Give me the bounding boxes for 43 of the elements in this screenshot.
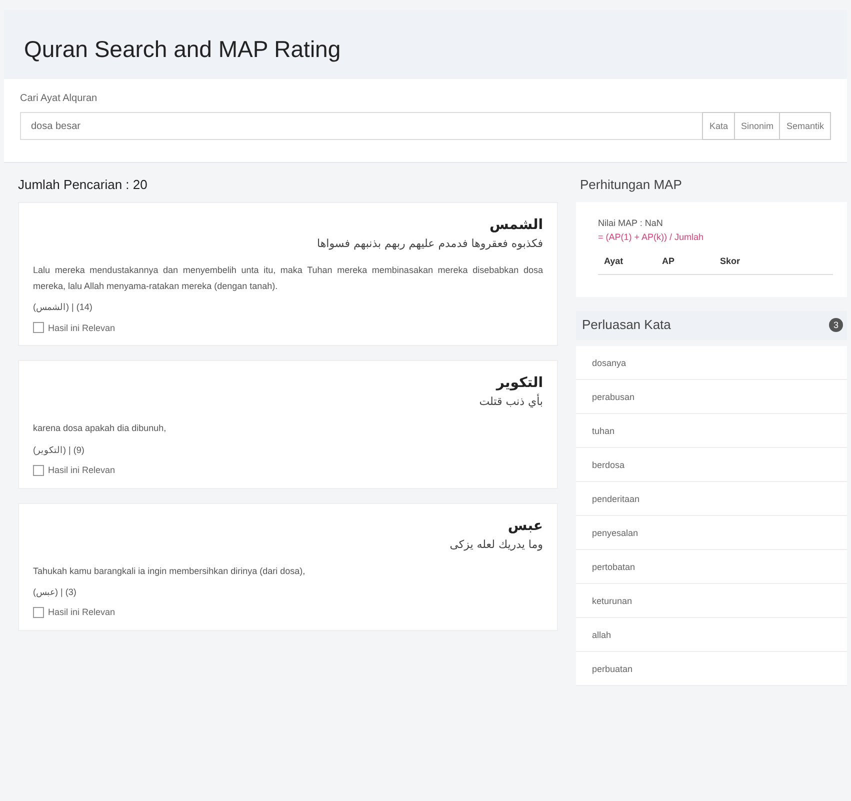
word-item[interactable]: dosanya (576, 346, 847, 380)
relevance-checkbox[interactable] (33, 464, 44, 476)
map-heading: Perhitungan MAP (579, 176, 683, 194)
word-item[interactable]: keturunan (576, 584, 847, 618)
verse-reference: (التكوير) | (9) (33, 444, 86, 455)
ayah-text: بأي ذنب قتلت (478, 395, 543, 408)
map-formula: = (AP(1) + AP(k)) / Jumlah (598, 232, 705, 242)
verse-reference: (الشمس) | (14) (33, 302, 94, 312)
translation-text: Tahukah kamu barangkali ia ingin membersihkan dirinya (dari dosa), (33, 564, 306, 578)
word-item[interactable]: penderitaan (576, 482, 847, 516)
word-item[interactable]: tuhan (576, 414, 847, 448)
column-header: Ayat (604, 256, 624, 266)
word-item[interactable]: pertobatan (576, 550, 847, 584)
ayah-text: فكذبوه فعقروها فدمدم عليهم ربهم بذنبهم فسواها (316, 237, 543, 250)
word-item[interactable]: allah (576, 618, 847, 652)
surah-name: التكوير (494, 375, 543, 392)
search-field[interactable]: dosa besar (20, 112, 704, 140)
column-header: AP (662, 256, 676, 266)
results-count: Jumlah Pencarian : 20 (17, 176, 148, 194)
word-item[interactable]: perabusan (576, 380, 847, 414)
relevance-label: Hasil ini Relevan (48, 465, 116, 476)
search-mode-button[interactable]: Sinonim (734, 112, 780, 140)
verse-reference: (عبس) | (3) (33, 586, 78, 597)
map-value: Nilai MAP : NaN (598, 218, 664, 228)
page-title: Quran Search and MAP Rating (24, 36, 342, 63)
search-mode-button[interactable]: Kata (702, 112, 735, 140)
word-item[interactable]: berdosa (576, 448, 847, 482)
ayah-text: وما يدريك لعله يزكى (448, 538, 543, 551)
word-item[interactable]: perbuatan (576, 652, 847, 686)
relevance-checkbox[interactable] (33, 606, 44, 618)
search-mode-button[interactable]: Semantik (779, 112, 831, 140)
relevance-label: Hasil ini Relevan (48, 322, 116, 333)
column-header: Skor (720, 256, 742, 266)
count-badge: 3 (829, 318, 843, 332)
expansion-heading: Perluasan Kata (582, 317, 671, 332)
surah-name: عبس (506, 518, 543, 534)
relevance-checkbox[interactable] (33, 322, 44, 334)
translation-text: Lalu mereka mendustakannya dan menyembelih unta itu, maka Tuhan mereka membinasakan mereka disebabkan dosa mereka, lalu Allah menyama-ratakan mereka (dengan tanah). (33, 264, 543, 294)
surah-name: الشمس (488, 217, 543, 233)
relevance-label: Hasil ini Relevan (48, 607, 116, 618)
translation-text: karena dosa apakah dia dibunuh, (33, 422, 168, 436)
word-item[interactable]: penyesalan (576, 516, 847, 550)
search-label: Cari Ayat Alquran (20, 93, 98, 104)
